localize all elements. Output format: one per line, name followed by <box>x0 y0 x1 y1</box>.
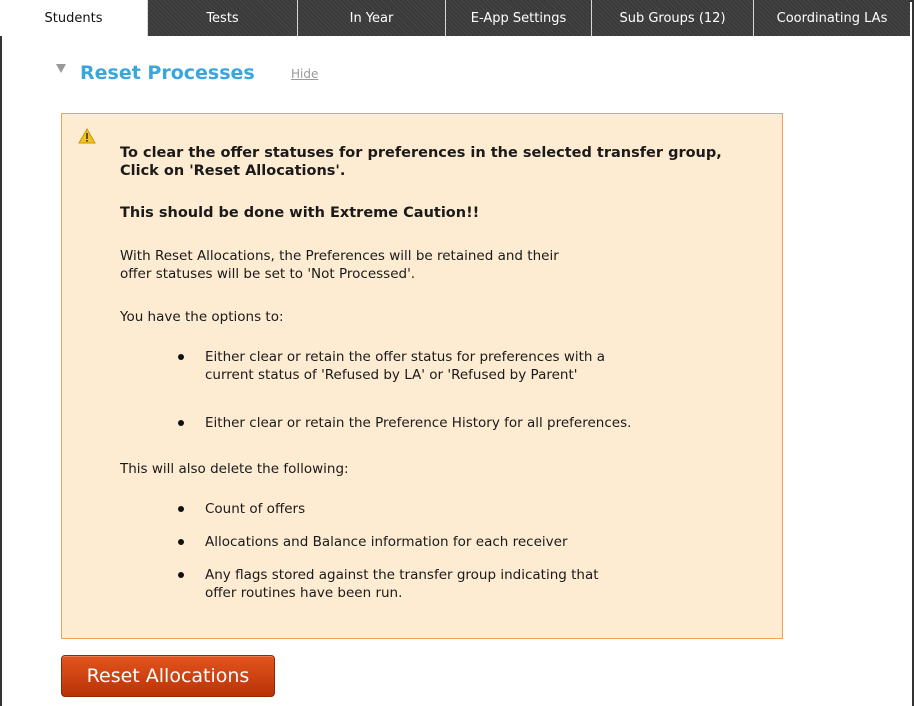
caution-text: This should be done with Extreme Caution… <box>120 205 480 221</box>
hide-link[interactable]: Hide <box>291 67 318 81</box>
warning-icon <box>78 128 96 144</box>
section-title: Reset Processes <box>80 62 255 84</box>
para1-line2: offer statuses will be set to 'Not Proce… <box>120 266 416 282</box>
bullet-icon <box>178 572 184 578</box>
option-item-1-line2: current status of 'Refused by LA' or 'Re… <box>205 367 578 383</box>
option-item-2: Either clear or retain the Preference Hi… <box>205 415 632 431</box>
tab-in-year[interactable]: In Year <box>298 0 446 36</box>
delete-item-2: Allocations and Balance information for … <box>205 534 568 550</box>
delete-item-1: Count of offers <box>205 501 306 517</box>
tab-sub-groups[interactable]: Sub Groups (12) <box>592 0 754 36</box>
delete-item-3-line1: Any flags stored against the transfer gr… <box>205 567 599 583</box>
options-intro: You have the options to: <box>120 309 284 325</box>
warning-heading-line2: Click on 'Reset Allocations'. <box>120 163 346 179</box>
bullet-icon <box>178 539 184 545</box>
para1-line1: With Reset Allocations, the Preferences … <box>120 248 559 264</box>
bullet-icon <box>178 420 184 426</box>
delete-intro: This will also delete the following: <box>120 461 349 477</box>
tab-coordinating-las[interactable]: Coordinating LAs <box>754 0 910 36</box>
tab-bar: Students Tests In Year E-App Settings Su… <box>0 0 910 36</box>
warning-heading-line1: To clear the offer statuses for preferen… <box>120 145 722 161</box>
bullet-icon <box>178 506 184 512</box>
warning-panel: To clear the offer statuses for preferen… <box>61 113 783 639</box>
delete-item-3-line2: offer routines have been run. <box>205 585 403 601</box>
reset-allocations-button[interactable]: Reset Allocations <box>61 655 275 697</box>
collapse-triangle-icon[interactable] <box>56 64 66 73</box>
tab-e-app-settings[interactable]: E-App Settings <box>446 0 592 36</box>
tab-students[interactable]: Students <box>0 0 148 36</box>
bullet-icon <box>178 354 184 360</box>
tab-tests[interactable]: Tests <box>148 0 298 36</box>
option-item-1-line1: Either clear or retain the offer status … <box>205 349 606 365</box>
